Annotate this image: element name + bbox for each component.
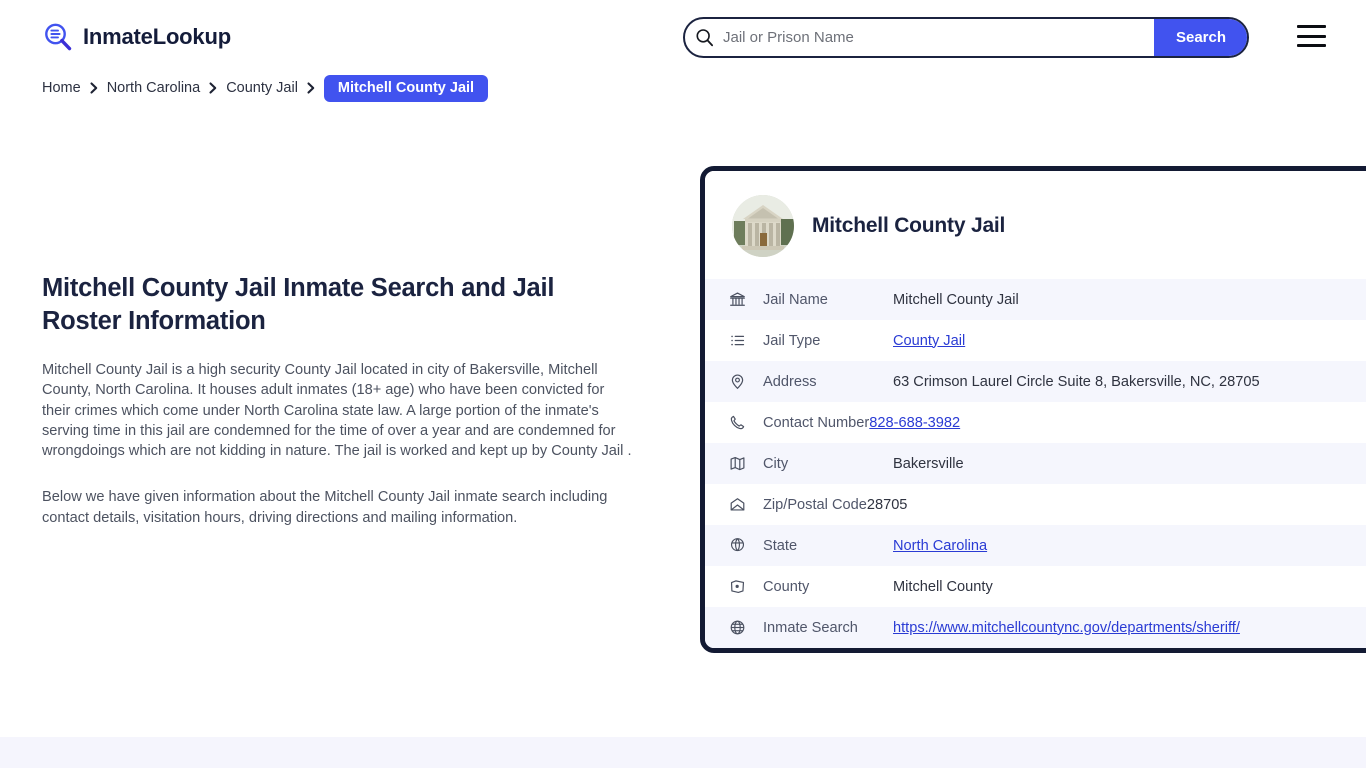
jail-info-card-header: Mitchell County Jail: [705, 171, 1366, 279]
magnifier-list-icon: [45, 23, 72, 51]
jail-info-card-title: Mitchell County Jail: [812, 214, 1006, 237]
search-icon: [685, 28, 723, 47]
map-icon: [727, 455, 747, 472]
courthouse-photo-avatar: [732, 195, 794, 257]
row-value: 63 Crimson Laurel Circle Suite 8, Bakers…: [893, 373, 1260, 390]
row-value: Bakersville: [893, 455, 964, 472]
search-bar[interactable]: Search: [683, 17, 1249, 58]
row-label: County: [763, 578, 810, 595]
breadcrumb-separator-icon: [200, 82, 226, 94]
table-row: Jail Name Mitchell County Jail: [705, 279, 1366, 320]
hamburger-bar: [1297, 25, 1326, 28]
row-value-link[interactable]: County Jail: [893, 333, 1366, 349]
table-row: Jail Type County Jail: [705, 320, 1366, 361]
hamburger-bar: [1297, 44, 1326, 47]
table-row: City Bakersville: [705, 443, 1366, 484]
breadcrumb-separator-icon: [298, 82, 324, 94]
row-value-link[interactable]: 828-688-3982: [869, 415, 1366, 431]
logo-text: InmateLookup: [83, 24, 231, 49]
bank-building-icon: [727, 291, 747, 308]
site-header: InmateLookup Search: [0, 0, 1366, 74]
map-pin-icon: [727, 373, 747, 390]
row-label: Jail Type: [763, 332, 821, 349]
globe-icon: [727, 619, 747, 636]
row-label: Inmate Search: [763, 619, 858, 636]
map-area-icon: [727, 578, 747, 595]
table-row: Zip/Postal Code 28705: [705, 484, 1366, 525]
row-value: 28705: [866, 496, 908, 513]
envelope-icon: [727, 496, 747, 513]
breadcrumb-item-mitchell-county-jail[interactable]: Mitchell County Jail: [323, 74, 489, 102]
breadcrumb-item-home[interactable]: Home: [42, 80, 81, 96]
site-logo[interactable]: InmateLookup: [42, 21, 231, 53]
table-row: Inmate Search https://www.mitchellcountyn…: [705, 607, 1366, 648]
search-button[interactable]: Search: [1154, 19, 1247, 56]
row-value-link[interactable]: North Carolina: [893, 538, 1366, 554]
page-title: Mitchell County Jail Inmate Search and J…: [42, 274, 555, 335]
breadcrumb-separator-icon: [81, 82, 107, 94]
page-bottom-band: [0, 737, 1366, 768]
jail-info-card: Mitchell County Jail Jail Name Mitchell C…: [700, 166, 1366, 653]
article-body: Mitchell County Jail Inmate Search and J…: [42, 272, 634, 528]
table-row: County Mitchell County: [705, 566, 1366, 607]
row-value: Mitchell County: [893, 578, 993, 595]
row-label: Jail Name: [763, 291, 828, 308]
hamburger-bar: [1297, 34, 1326, 38]
list-icon: [727, 332, 747, 349]
article-paragraph-2: Below we have given information about th…: [42, 489, 608, 526]
row-label: Zip/Postal Code: [763, 496, 867, 513]
row-label: State: [763, 537, 798, 554]
table-row: State North Carolina: [705, 525, 1366, 566]
row-value-link[interactable]: https://www.mitchellcountync.gov/departm…: [893, 620, 1366, 636]
search-input[interactable]: [723, 19, 1154, 56]
row-label: Address: [763, 373, 817, 390]
article-paragraph-1: Mitchell County Jail is a high security …: [42, 362, 632, 460]
table-row: Contact Number 828-688-3982: [705, 402, 1366, 443]
breadcrumb-item-county-jail[interactable]: County Jail: [226, 80, 298, 96]
globe-stand-icon: [727, 537, 747, 554]
row-label: City: [763, 455, 789, 472]
row-value: Mitchell County Jail: [893, 291, 1019, 308]
hamburger-menu-icon[interactable]: [1297, 25, 1326, 47]
table-row: Address 63 Crimson Laurel Circle Suite 8,…: [705, 361, 1366, 402]
row-label: Contact Number: [763, 414, 870, 431]
breadcrumb: Home North Carolina County Jail Mitchell Co…: [42, 74, 489, 102]
phone-icon: [727, 414, 747, 431]
breadcrumb-item-north-carolina[interactable]: North Carolina: [107, 80, 201, 96]
jail-info-table: Jail Name Mitchell County Jail Jail Type Co…: [705, 279, 1366, 648]
